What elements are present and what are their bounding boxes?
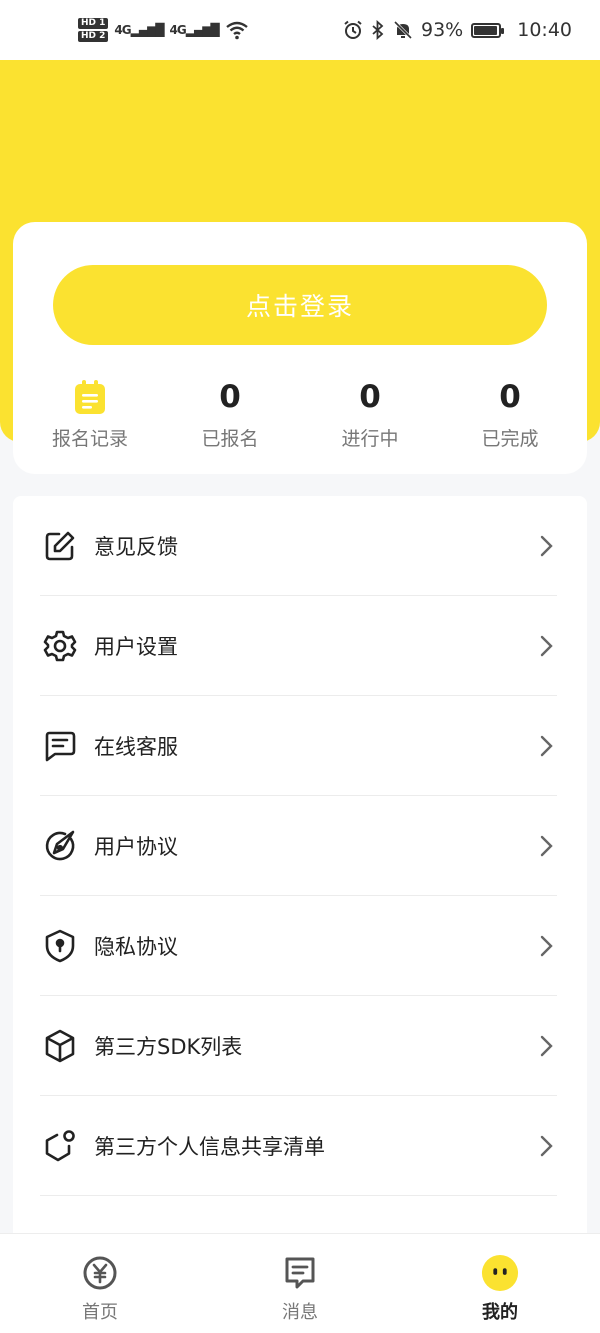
login-button[interactable]: 点击登录 xyxy=(53,265,547,345)
menu-item-info-sharing-list[interactable]: 第三方个人信息共享清单 xyxy=(13,1096,587,1196)
tab-mine[interactable]: 我的 xyxy=(400,1234,600,1333)
network-type-2: 4G xyxy=(169,23,187,37)
stats-row: 报名记录 0 已报名 0 进行中 0 已完成 xyxy=(13,372,587,452)
share-hexagon-icon xyxy=(43,1129,77,1163)
bluetooth-icon xyxy=(372,20,384,40)
battery-icon xyxy=(471,22,505,38)
menu-item-online-service[interactable]: 在线客服 xyxy=(13,696,587,796)
chat-icon xyxy=(43,729,77,763)
stat-label: 报名记录 xyxy=(51,428,128,450)
mute-bell-icon xyxy=(393,20,413,40)
bottom-tab-bar: 首页 消息 我的 xyxy=(0,1233,600,1333)
yuan-icon xyxy=(81,1254,119,1292)
menu-item-privacy-agreement[interactable]: 隐私协议 xyxy=(13,896,587,996)
chevron-right-icon xyxy=(537,634,557,658)
menu-label: 隐私协议 xyxy=(94,935,178,959)
menu-item-partial xyxy=(13,1196,587,1236)
chevron-right-icon xyxy=(537,1034,557,1058)
stat-in-progress[interactable]: 0 进行中 xyxy=(300,372,440,452)
battery-percent: 93% xyxy=(421,19,464,41)
chevron-right-icon xyxy=(537,534,557,558)
stat-label: 已报名 xyxy=(201,428,259,450)
menu-item-feedback[interactable]: 意见反馈 xyxy=(13,496,587,596)
settings-menu: 意见反馈 用户设置 在线客服 用户协议 隐私协议 第三方SDK列表 第三方个人信… xyxy=(13,496,587,1236)
menu-label: 第三方SDK列表 xyxy=(94,1035,243,1059)
network-type-1: 4G xyxy=(114,23,131,37)
menu-label: 第三方个人信息共享清单 xyxy=(94,1135,325,1159)
tab-label: 我的 xyxy=(482,1302,518,1323)
stat-value: 0 xyxy=(499,379,521,415)
hd1-badge: HD 1 xyxy=(78,18,109,29)
tab-messages[interactable]: 消息 xyxy=(200,1234,400,1333)
signal-2-icon: 4G▂▄▆█ xyxy=(169,23,220,37)
battery-fill xyxy=(474,25,497,35)
login-card: 点击登录 报名记录 0 已报名 0 进行中 0 已完成 xyxy=(13,222,587,474)
gear-icon xyxy=(43,629,77,663)
cube-icon xyxy=(43,1029,77,1063)
face-icon xyxy=(481,1254,519,1292)
profile-screen: HD 1 HD 2 4G▂▄▆█ 4G▂▄▆█ 93% 10:40 点击登录 报… xyxy=(0,0,600,1333)
alarm-icon xyxy=(344,20,362,39)
edit-icon xyxy=(43,529,77,563)
shield-icon xyxy=(43,929,77,963)
tab-label: 消息 xyxy=(282,1302,318,1323)
tab-label: 首页 xyxy=(82,1302,118,1323)
signal-1-icon: 4G▂▄▆█ xyxy=(114,23,164,37)
clock: 10:40 xyxy=(517,19,572,41)
stat-value: 0 xyxy=(219,379,241,415)
chevron-right-icon xyxy=(537,834,557,858)
stat-completed[interactable]: 0 已完成 xyxy=(440,372,580,452)
chevron-right-icon xyxy=(537,734,557,758)
chevron-right-icon xyxy=(537,934,557,958)
menu-label: 在线客服 xyxy=(94,735,178,759)
hd2-badge: HD 2 xyxy=(78,31,109,42)
menu-label: 用户设置 xyxy=(94,635,178,659)
stat-label: 已完成 xyxy=(481,428,539,450)
compass-icon xyxy=(43,829,77,863)
stat-registered[interactable]: 0 已报名 xyxy=(160,372,300,452)
hd-indicators: HD 1 HD 2 xyxy=(78,18,109,42)
status-left: HD 1 HD 2 4G▂▄▆█ 4G▂▄▆█ xyxy=(78,18,249,42)
stat-label: 进行中 xyxy=(341,428,399,450)
menu-label: 意见反馈 xyxy=(94,535,178,559)
message-icon xyxy=(281,1254,319,1292)
chevron-right-icon xyxy=(537,1134,557,1158)
wifi-icon xyxy=(225,21,248,40)
status-right: 93% 10:40 xyxy=(343,19,572,41)
tab-home[interactable]: 首页 xyxy=(0,1234,200,1333)
menu-item-user-agreement[interactable]: 用户协议 xyxy=(13,796,587,896)
menu-item-third-party-sdk[interactable]: 第三方SDK列表 xyxy=(13,996,587,1096)
menu-label: 用户协议 xyxy=(94,835,178,859)
stat-value: 0 xyxy=(359,379,381,415)
status-bar: HD 1 HD 2 4G▂▄▆█ 4G▂▄▆█ 93% 10:40 xyxy=(0,0,600,60)
clipboard-icon xyxy=(75,380,105,414)
menu-item-user-settings[interactable]: 用户设置 xyxy=(13,596,587,696)
stat-registration-records[interactable]: 报名记录 xyxy=(20,372,160,452)
